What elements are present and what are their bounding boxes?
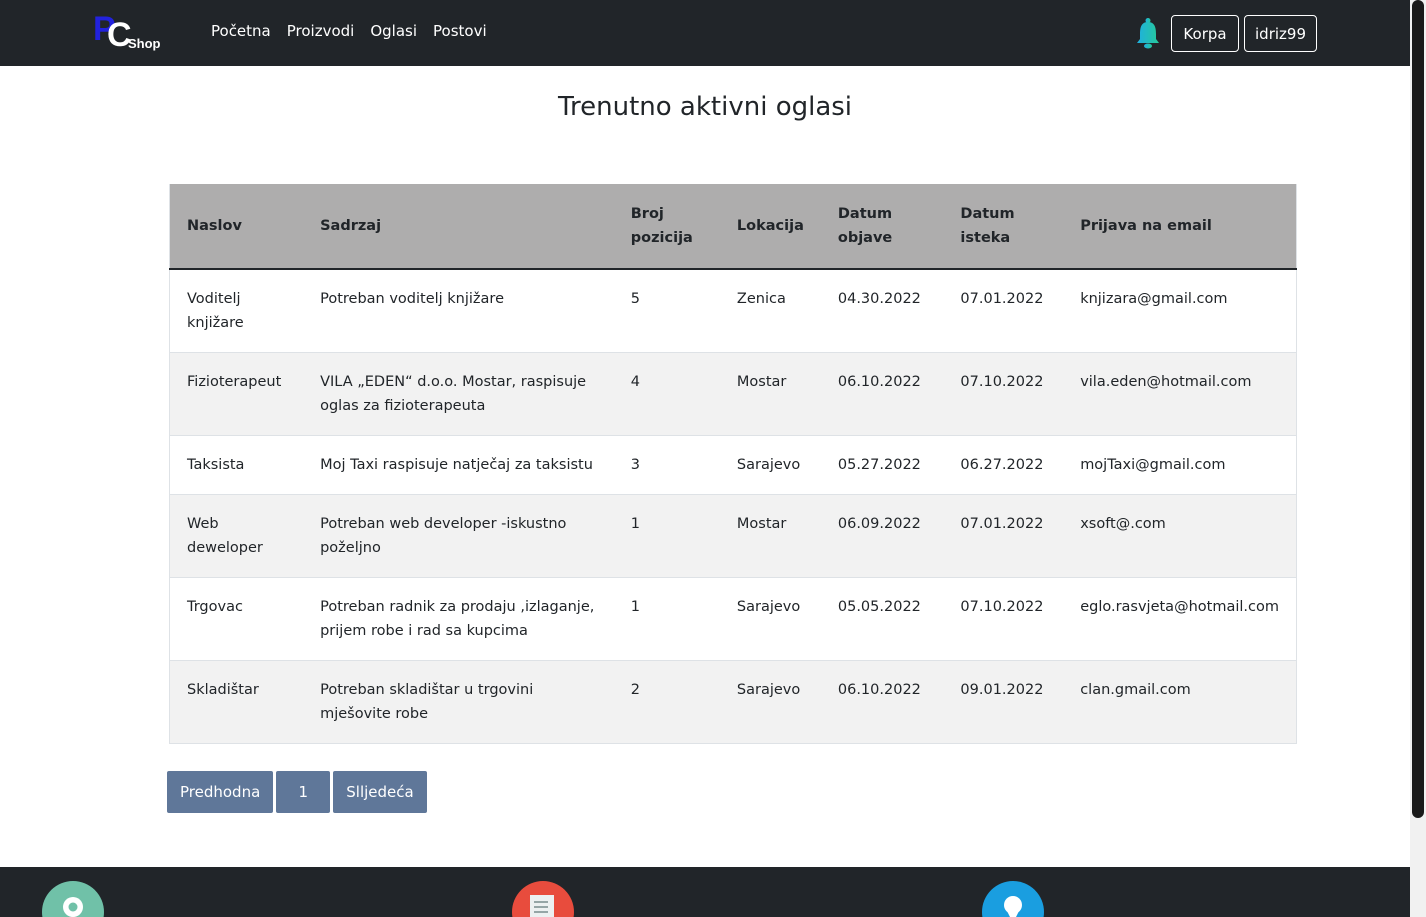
cell-datum-isteka: 07.01.2022 (943, 494, 1064, 578)
cell-datum-isteka: 06.27.2022 (943, 435, 1064, 495)
header-line: Broj (630, 206, 664, 222)
cart-button[interactable]: Korpa (1171, 15, 1239, 52)
cell-broj: 4 (613, 352, 720, 436)
nav-link-postovi[interactable]: Postovi (433, 22, 487, 40)
header-line: pozicija (630, 230, 693, 246)
logo[interactable]: P C Shop (93, 10, 165, 54)
header-line: isteka (960, 230, 1011, 246)
table-row: Trgovac Potreban radnik za prodaju ,izla… (169, 577, 1297, 661)
column-header-lokacija: Lokacija (719, 184, 821, 270)
user-menu-button[interactable]: idriz99 (1244, 15, 1317, 52)
nav-links: Početna Proizvodi Oglasi Postovi (211, 22, 487, 40)
cell-datum-isteka: 07.10.2022 (943, 352, 1064, 436)
cell-lokacija: Sarajevo (719, 577, 821, 661)
table-row: Voditelj knjižare Potreban voditelj knji… (169, 268, 1297, 353)
cell-sadrzaj: Potreban skladištar u trgovini mješovite… (303, 660, 614, 744)
cell-sadrzaj: Potreban radnik za prodaju ,izlaganje, p… (303, 577, 614, 661)
header-line: objave (837, 230, 893, 246)
cell-email: knjizara@gmail.com (1063, 268, 1297, 353)
cell-email: eglo.rasvjeta@hotmail.com (1063, 577, 1297, 661)
cell-lokacija: Mostar (719, 494, 821, 578)
cell-lokacija: Mostar (719, 352, 821, 436)
table-header-row: Naslov Sadrzaj Broj pozicija Lokacija Dat… (169, 184, 1297, 270)
column-header-email: Prijava na email (1063, 184, 1297, 270)
cell-naslov: Skladištar (169, 660, 304, 744)
footer (0, 867, 1410, 917)
table-row: Web deweloper Potreban web developer -is… (169, 494, 1297, 578)
cell-datum-objave: 06.09.2022 (820, 494, 944, 578)
previous-page-button[interactable]: Predhodna (167, 771, 274, 813)
page-number-button[interactable]: 1 (276, 771, 331, 813)
cell-datum-objave: 06.10.2022 (820, 352, 944, 436)
cell-naslov: Trgovac (169, 577, 304, 661)
cell-datum-isteka: 07.01.2022 (943, 268, 1064, 353)
header-line: Datum (960, 206, 1015, 222)
nav-link-pocetna[interactable]: Početna (211, 22, 271, 40)
cell-email: mojTaxi@gmail.com (1063, 435, 1297, 495)
column-header-datum-objave: Datum objave (820, 184, 944, 270)
cell-datum-objave: 05.27.2022 (820, 435, 944, 495)
cell-email: vila.eden@hotmail.com (1063, 352, 1297, 436)
cell-broj: 3 (613, 435, 720, 495)
cell-naslov: Fizioterapeut (169, 352, 304, 436)
cell-datum-isteka: 07.10.2022 (943, 577, 1064, 661)
cell-sadrzaj: Potreban voditelj knjižare (303, 268, 614, 353)
job-listings-table: Naslov Sadrzaj Broj pozicija Lokacija Dat… (169, 184, 1297, 744)
scrollbar[interactable] (1410, 0, 1426, 917)
location-icon (42, 881, 104, 917)
cell-lokacija: Sarajevo (719, 435, 821, 495)
cell-sadrzaj: Moj Taxi raspisuje natječaj za taksistu (303, 435, 614, 495)
cell-datum-objave: 05.05.2022 (820, 577, 944, 661)
column-header-broj-pozicija: Broj pozicija (613, 184, 720, 270)
cell-broj: 2 (613, 660, 720, 744)
navbar: P C Shop Početna Proizvodi Oglasi Postov… (0, 0, 1410, 66)
cell-email: xsoft@.com (1063, 494, 1297, 578)
pin-icon (982, 881, 1044, 917)
cell-email: clan.gmail.com (1063, 660, 1297, 744)
cell-datum-isteka: 09.01.2022 (943, 660, 1064, 744)
cell-sadrzaj: Potreban web developer -iskustno poželjn… (303, 494, 614, 578)
nav-link-oglasi[interactable]: Oglasi (370, 22, 417, 40)
table-row: Skladištar Potreban skladištar u trgovin… (169, 660, 1297, 744)
cell-broj: 1 (613, 494, 720, 578)
column-header-naslov: Naslov (169, 184, 304, 270)
page-title: Trenutno aktivni oglasi (557, 92, 853, 122)
cell-naslov: Taksista (169, 435, 304, 495)
table-row: Taksista Moj Taxi raspisuje natječaj za … (169, 435, 1297, 495)
cell-broj: 1 (613, 577, 720, 661)
logo-shop-text: Shop (128, 36, 161, 51)
scrollbar-thumb[interactable] (1412, 0, 1424, 818)
next-page-button[interactable]: Slljedeća (333, 771, 427, 813)
cell-datum-objave: 06.10.2022 (820, 660, 944, 744)
cell-sadrzaj: VILA „EDEN“ d.o.o. Mostar, raspisuje ogl… (303, 352, 614, 436)
header-line: Datum (837, 206, 893, 222)
cell-datum-objave: 04.30.2022 (820, 268, 944, 353)
nav-link-proizvodi[interactable]: Proizvodi (287, 22, 355, 40)
notification-bell-icon[interactable] (1135, 17, 1161, 49)
document-icon (512, 881, 574, 917)
cell-naslov: Web deweloper (169, 494, 304, 578)
column-header-sadrzaj: Sadrzaj (303, 184, 614, 270)
pagination: Predhodna 1 Slljedeća (167, 771, 427, 813)
cell-lokacija: Sarajevo (719, 660, 821, 744)
table-row: Fizioterapeut VILA „EDEN“ d.o.o. Mostar,… (169, 352, 1297, 436)
cell-naslov: Voditelj knjižare (169, 268, 304, 353)
column-header-datum-isteka: Datum isteka (943, 184, 1064, 270)
cell-broj: 5 (613, 268, 720, 353)
cell-lokacija: Zenica (719, 268, 821, 353)
